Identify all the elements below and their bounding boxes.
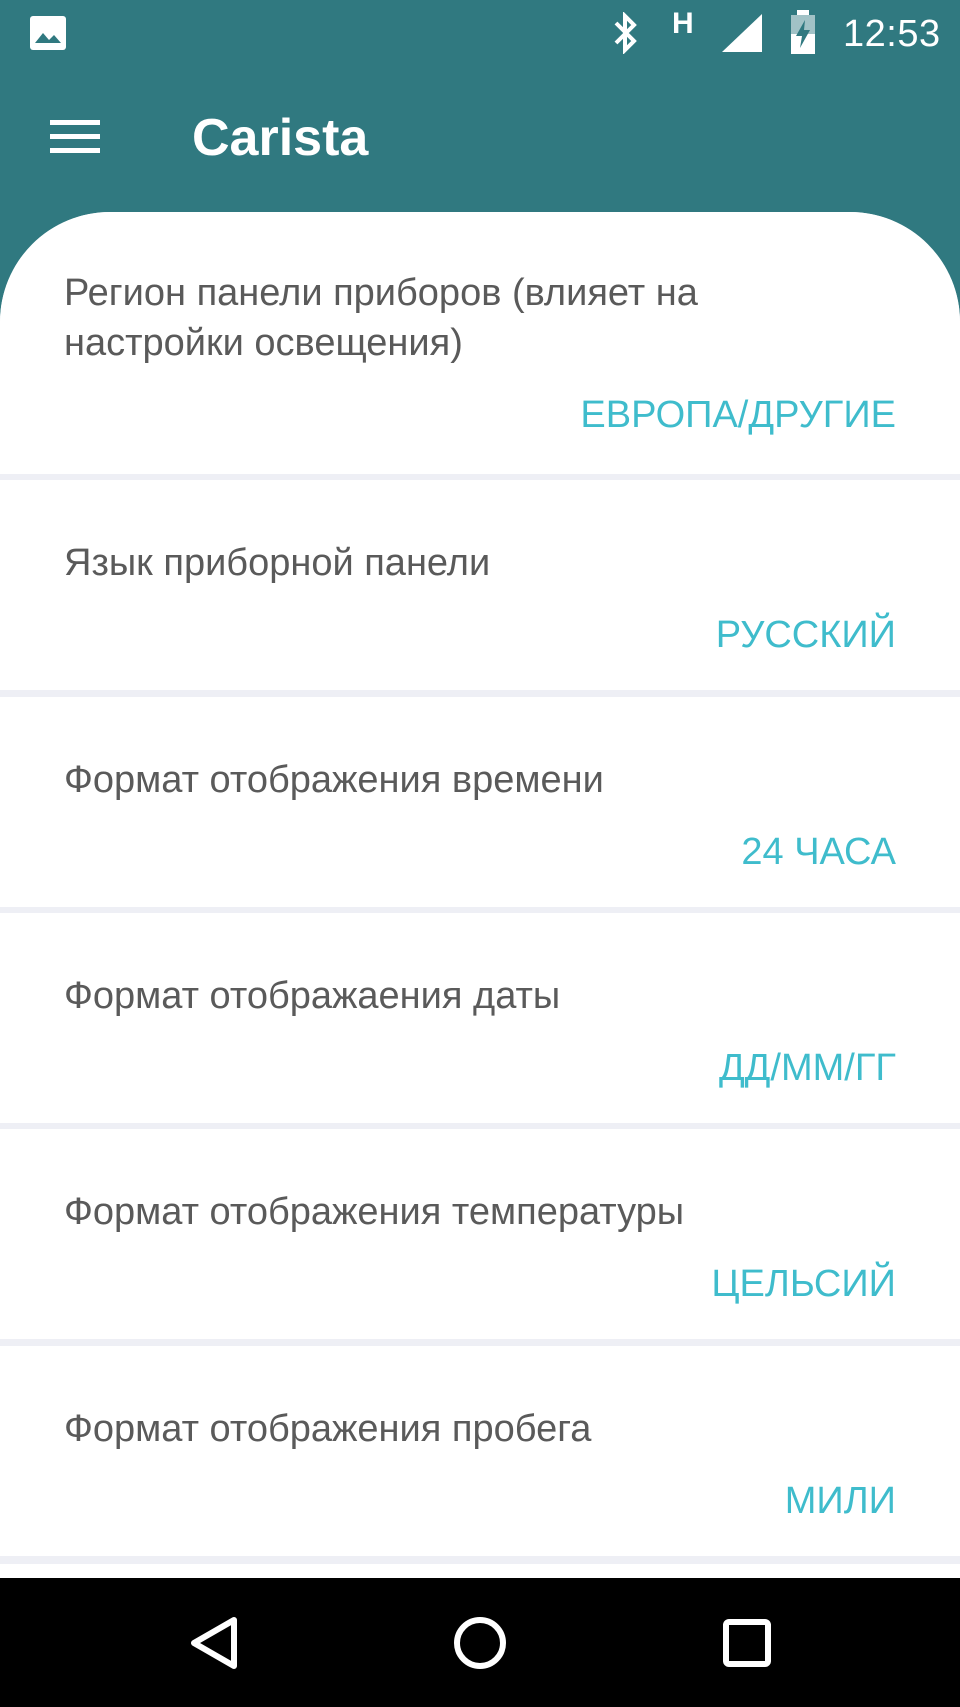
setting-label: Формат отображаения даты [64, 975, 561, 1017]
setting-label: Регион панели приборов (влияет на настро… [64, 272, 698, 364]
network-type-label: H [672, 7, 694, 40]
home-icon[interactable] [445, 1608, 515, 1678]
settings-list: Регион панели приборов (влияет на настро… [0, 212, 960, 1578]
setting-value: ДД/ММ/ГГ [718, 1047, 896, 1089]
setting-value: ЦЕЛЬСИЙ [711, 1263, 896, 1305]
setting-label: Формат отображения времени [64, 759, 604, 801]
menu-icon-line-middle [50, 134, 100, 139]
setting-item-next-partial[interactable] [0, 1564, 960, 1578]
setting-item-cluster-region[interactable]: Регион панели приборов (влияет на настро… [0, 212, 960, 474]
setting-value: МИЛИ [784, 1480, 896, 1522]
setting-label: Формат отображения температуры [64, 1191, 685, 1233]
setting-value: 24 ЧАСА [741, 831, 896, 873]
app-bar: Carista [0, 68, 960, 218]
setting-item-cluster-language[interactable]: Язык приборной панели РУССКИЙ [0, 480, 960, 690]
setting-item-temperature-format[interactable]: Формат отображения температуры ЦЕЛЬСИЙ [0, 1129, 960, 1339]
setting-item-date-format[interactable]: Формат отображаения даты ДД/ММ/ГГ [0, 913, 960, 1123]
setting-label: Формат отображения пробега [64, 1408, 592, 1450]
battery-charging-icon [791, 10, 815, 54]
gallery-icon [30, 16, 66, 50]
setting-value: ЕВРОПА/ДРУГИЕ [580, 394, 896, 436]
setting-item-mileage-format[interactable]: Формат отображения пробега МИЛИ [0, 1346, 960, 1556]
recents-icon[interactable] [712, 1608, 782, 1678]
signal-icon [722, 14, 762, 52]
menu-icon-line-bottom [50, 148, 100, 153]
app-title: Carista [192, 109, 369, 167]
menu-icon-line-top [50, 120, 100, 125]
status-bar: H 12:53 [0, 0, 960, 68]
back-icon[interactable] [180, 1608, 250, 1678]
setting-value: РУССКИЙ [715, 614, 896, 656]
status-clock: 12:53 [843, 13, 941, 55]
bluetooth-icon [614, 12, 637, 54]
menu-button[interactable] [40, 116, 108, 160]
setting-item-time-format[interactable]: Формат отображения времени 24 ЧАСА [0, 697, 960, 907]
setting-label: Язык приборной панели [64, 542, 491, 584]
system-nav-bar [0, 1578, 960, 1707]
